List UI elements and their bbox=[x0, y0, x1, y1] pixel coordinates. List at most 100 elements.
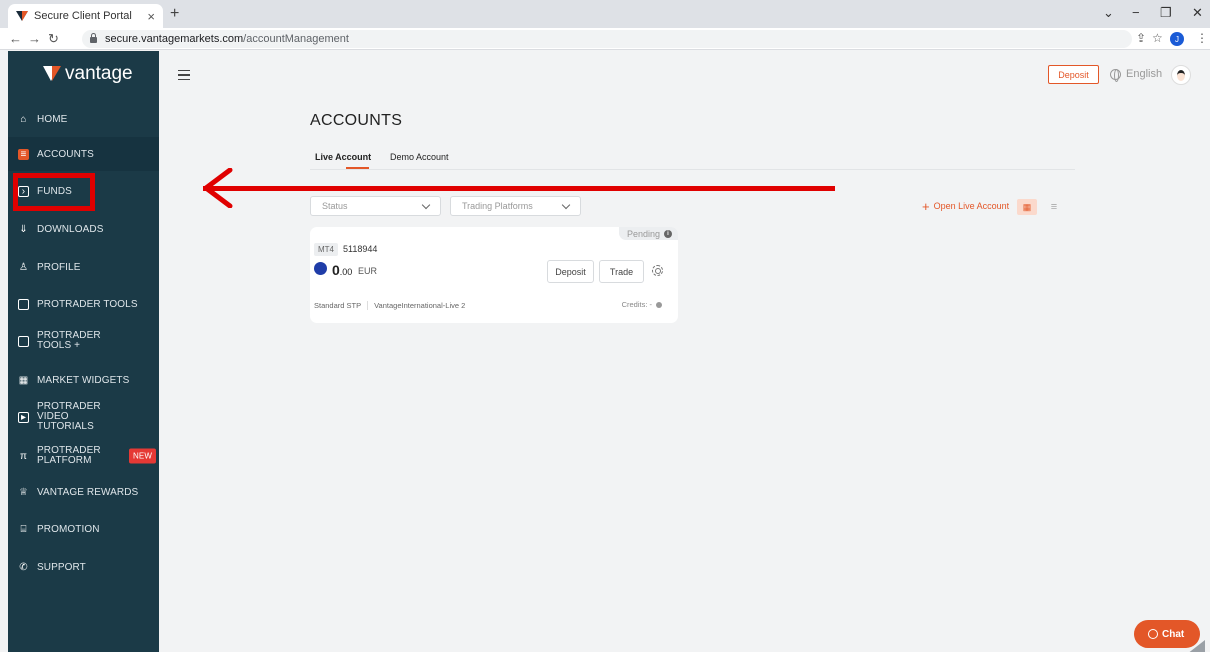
open-live-account-button[interactable]: + Open Live Account bbox=[922, 198, 1009, 214]
list-icon: ≡ bbox=[1050, 201, 1058, 213]
vantage-logo-icon bbox=[43, 65, 63, 83]
close-tab-icon[interactable]: × bbox=[147, 9, 155, 24]
profile-icon: ♙ bbox=[18, 261, 29, 273]
sidebar-item-label: ACCOUNTS bbox=[37, 148, 94, 160]
status-badge: Pending i bbox=[618, 227, 678, 240]
browser-tab[interactable]: Secure Client Portal × bbox=[8, 4, 163, 28]
sidebar-item-label: SUPPORT bbox=[37, 561, 86, 573]
platform-icon: π bbox=[20, 450, 27, 462]
card-deposit-button[interactable]: Deposit bbox=[547, 260, 594, 283]
sidebar-item-profile[interactable]: ♙ PROFILE bbox=[8, 258, 159, 276]
plus-icon: + bbox=[922, 198, 930, 214]
browser-profile-avatar[interactable]: J bbox=[1170, 32, 1184, 46]
grid-view-toggle[interactable]: ▦ bbox=[1017, 199, 1037, 215]
annotation-highlight-box bbox=[13, 173, 95, 211]
sidebar-item-market-widgets[interactable]: ▦ MARKET WIDGETS bbox=[8, 371, 159, 389]
back-icon[interactable]: ← bbox=[9, 31, 22, 46]
close-window-icon[interactable]: ✕ bbox=[1192, 5, 1203, 21]
info-icon[interactable] bbox=[656, 301, 662, 308]
sidebar-item-promotion[interactable]: ⌸ PROMOTION bbox=[8, 520, 159, 538]
credits-label: Credits: - bbox=[621, 300, 652, 309]
sidebar-item-home[interactable]: ⌂ HOME bbox=[8, 110, 159, 128]
logo-text: vantage bbox=[65, 63, 133, 84]
sidebar-item-label: PROTRADER TOOLS bbox=[37, 298, 138, 310]
sidebar-item-protrader-platform[interactable]: π PROTRADER PLATFORM NEW bbox=[8, 443, 159, 469]
platform-filter-label: Trading Platforms bbox=[462, 201, 533, 211]
minimize-icon[interactable]: − bbox=[1132, 5, 1140, 20]
vantage-logo[interactable]: vantage bbox=[43, 63, 133, 85]
sidebar-item-label: PROTRADER PLATFORM bbox=[37, 445, 101, 466]
restore-icon[interactable]: ❐ bbox=[1160, 5, 1172, 21]
sidebar-item-label: VANTAGE REWARDS bbox=[37, 486, 139, 498]
video-icon: ▸ bbox=[18, 411, 29, 423]
balance-decimal: .00 bbox=[339, 267, 353, 277]
status-filter-label: Status bbox=[322, 201, 348, 211]
sidebar-item-downloads[interactable]: ⇓ DOWNLOADS bbox=[8, 220, 159, 238]
home-icon: ⌂ bbox=[20, 113, 27, 125]
page-title: ACCOUNTS bbox=[310, 112, 403, 129]
sidebar-item-label: PROTRADER VIDEO TUTORIALS bbox=[37, 401, 101, 432]
share-icon[interactable]: ⇪ bbox=[1136, 31, 1146, 45]
url-field[interactable]: secure.vantagemarkets.com/accountManagem… bbox=[82, 30, 1132, 48]
sidebar-item-video-tutorials[interactable]: ▸ PROTRADER VIDEO TUTORIALS bbox=[8, 401, 159, 432]
account-card: Pending i MT4 5118944 0.00 EUR Deposit T… bbox=[310, 227, 678, 323]
sidebar: vantage ⌂ HOME ≡ ACCOUNTS › FUNDS ⇓ DOWN… bbox=[8, 51, 159, 652]
platform-badge: MT4 bbox=[314, 243, 338, 256]
balance-integer: 0 bbox=[332, 262, 340, 278]
status-filter-select[interactable]: Status bbox=[310, 196, 441, 216]
chat-button[interactable]: Chat bbox=[1134, 620, 1200, 648]
address-bar: ← → ↻ secure.vantagemarkets.com/accountM… bbox=[0, 28, 1210, 50]
platform-filter-select[interactable]: Trading Platforms bbox=[450, 196, 581, 216]
new-badge: NEW bbox=[129, 448, 156, 464]
tabs-divider bbox=[310, 169, 1075, 170]
tab-live-account[interactable]: Live Account bbox=[315, 152, 371, 162]
briefcase-icon bbox=[18, 335, 29, 347]
sidebar-item-vantage-rewards[interactable]: ♕ VANTAGE REWARDS bbox=[8, 483, 159, 501]
hamburger-menu-icon[interactable] bbox=[178, 70, 190, 80]
vantage-favicon-icon bbox=[16, 10, 28, 22]
chevron-down-icon bbox=[421, 200, 431, 210]
status-badge-label: Pending bbox=[626, 228, 660, 239]
chevron-down-icon bbox=[561, 200, 571, 210]
browser-tab-title: Secure Client Portal bbox=[34, 10, 132, 22]
url-host: secure.vantagemarkets.com bbox=[105, 33, 244, 45]
sidebar-item-support[interactable]: ✆ SUPPORT bbox=[8, 558, 159, 576]
accounts-icon: ≡ bbox=[18, 148, 29, 160]
currency-coin-icon bbox=[314, 262, 327, 275]
chat-bubble-icon bbox=[1148, 629, 1158, 639]
widgets-icon: ▦ bbox=[18, 374, 29, 386]
sidebar-item-protrader-tools[interactable]: PROTRADER TOOLS bbox=[8, 295, 159, 313]
language-label: English bbox=[1126, 68, 1163, 80]
browser-tab-bar: Secure Client Portal × + ⌄ − ❐ ✕ bbox=[0, 0, 1210, 28]
account-type: Standard STP bbox=[314, 301, 362, 310]
bookmark-star-icon[interactable]: ☆ bbox=[1152, 31, 1163, 45]
tab-demo-account[interactable]: Demo Account bbox=[390, 152, 449, 162]
gear-icon[interactable] bbox=[652, 265, 663, 276]
sidebar-item-protrader-tools-plus[interactable]: PROTRADER TOOLS + bbox=[8, 328, 159, 354]
browser-menu-icon[interactable]: ⋮ bbox=[1196, 31, 1208, 45]
lock-icon bbox=[90, 33, 97, 43]
account-number: 5118944 bbox=[343, 244, 378, 254]
globe-icon bbox=[1110, 68, 1121, 82]
sidebar-item-label: PROMOTION bbox=[37, 523, 100, 535]
account-credits: Credits: - bbox=[622, 300, 662, 309]
user-avatar[interactable] bbox=[1171, 65, 1191, 85]
new-tab-button[interactable]: + bbox=[170, 5, 179, 23]
header-deposit-button[interactable]: Deposit bbox=[1048, 65, 1099, 84]
grid-icon: ▦ bbox=[1022, 201, 1032, 212]
reload-icon[interactable]: ↻ bbox=[48, 31, 59, 47]
card-trade-button[interactable]: Trade bbox=[599, 260, 644, 283]
tab-search-icon[interactable]: ⌄ bbox=[1103, 5, 1114, 21]
account-server: VantageInternational-Live 2 bbox=[374, 301, 466, 310]
download-icon: ⇓ bbox=[19, 223, 28, 235]
list-view-toggle[interactable]: ≡ bbox=[1044, 199, 1064, 215]
gift-icon: ⌸ bbox=[20, 523, 27, 535]
sidebar-item-accounts[interactable]: ≡ ACCOUNTS bbox=[8, 137, 159, 171]
language-selector[interactable]: English bbox=[1110, 68, 1163, 82]
annotation-arrow-head bbox=[203, 168, 233, 208]
forward-icon[interactable]: → bbox=[28, 31, 41, 46]
sidebar-item-label: DOWNLOADS bbox=[37, 223, 104, 235]
info-icon[interactable]: i bbox=[664, 229, 672, 238]
sidebar-item-label: MARKET WIDGETS bbox=[37, 374, 130, 386]
balance-currency: EUR bbox=[358, 266, 378, 276]
